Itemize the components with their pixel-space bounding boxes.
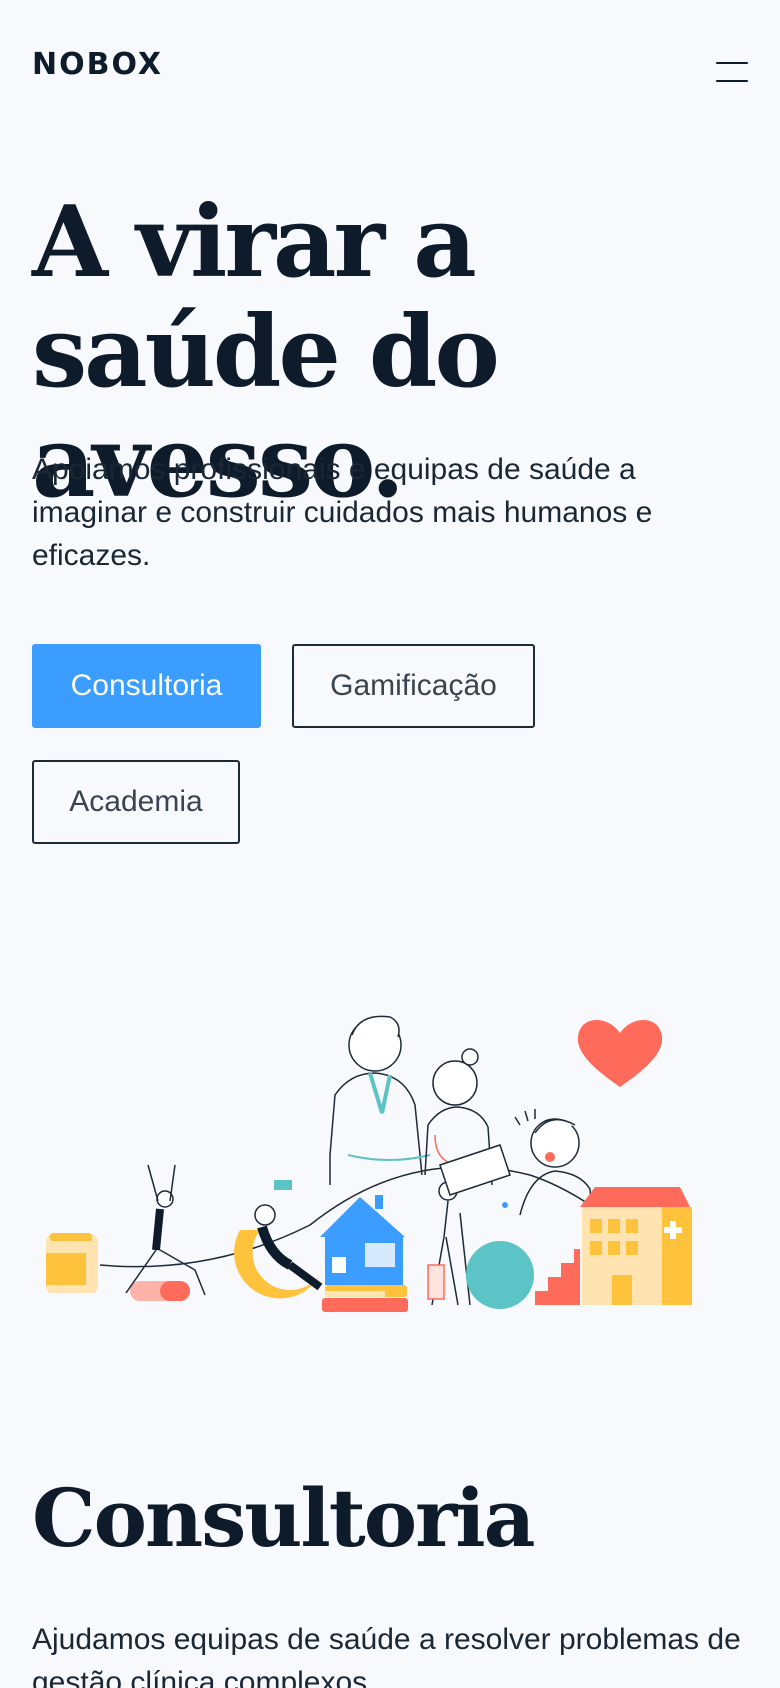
- menu-line-bottom: [716, 80, 748, 82]
- crutch-person-figure: [427, 1179, 471, 1306]
- menu-line-top: [716, 62, 748, 64]
- healthcare-illustration: [46, 1015, 692, 1312]
- blue-dot: [502, 1202, 508, 1208]
- doctor-figure: [329, 1015, 431, 1185]
- pill-icon: [130, 1281, 190, 1301]
- consultoria-section-text: Ajudamos equipas de saúde a resolver pro…: [32, 1623, 741, 1688]
- hero-description: Apoiamos profissionais e equipas de saúd…: [32, 453, 653, 572]
- sitting-person-figure: [254, 1180, 323, 1291]
- jar-icon: [46, 1233, 98, 1293]
- books-stack: [322, 1285, 408, 1312]
- stairs-shape: [535, 1249, 580, 1305]
- hamburger-menu-icon[interactable]: [714, 58, 750, 84]
- gamificacao-button[interactable]: Gamificação: [292, 644, 535, 728]
- academia-button[interactable]: Academia: [32, 760, 240, 844]
- site-header: NOBOX: [0, 0, 780, 140]
- nurse-figure: [424, 1048, 511, 1196]
- hospital-building-icon: [580, 1187, 692, 1305]
- consultoria-section-title: Consultoria: [32, 1471, 535, 1565]
- yoga-woman-figure: [125, 1164, 206, 1296]
- heart-icon: [577, 1019, 663, 1087]
- teal-ball-shape: [466, 1241, 534, 1309]
- nobox-logo[interactable]: NOBOX: [32, 50, 163, 80]
- consultoria-button[interactable]: Consultoria: [32, 644, 261, 728]
